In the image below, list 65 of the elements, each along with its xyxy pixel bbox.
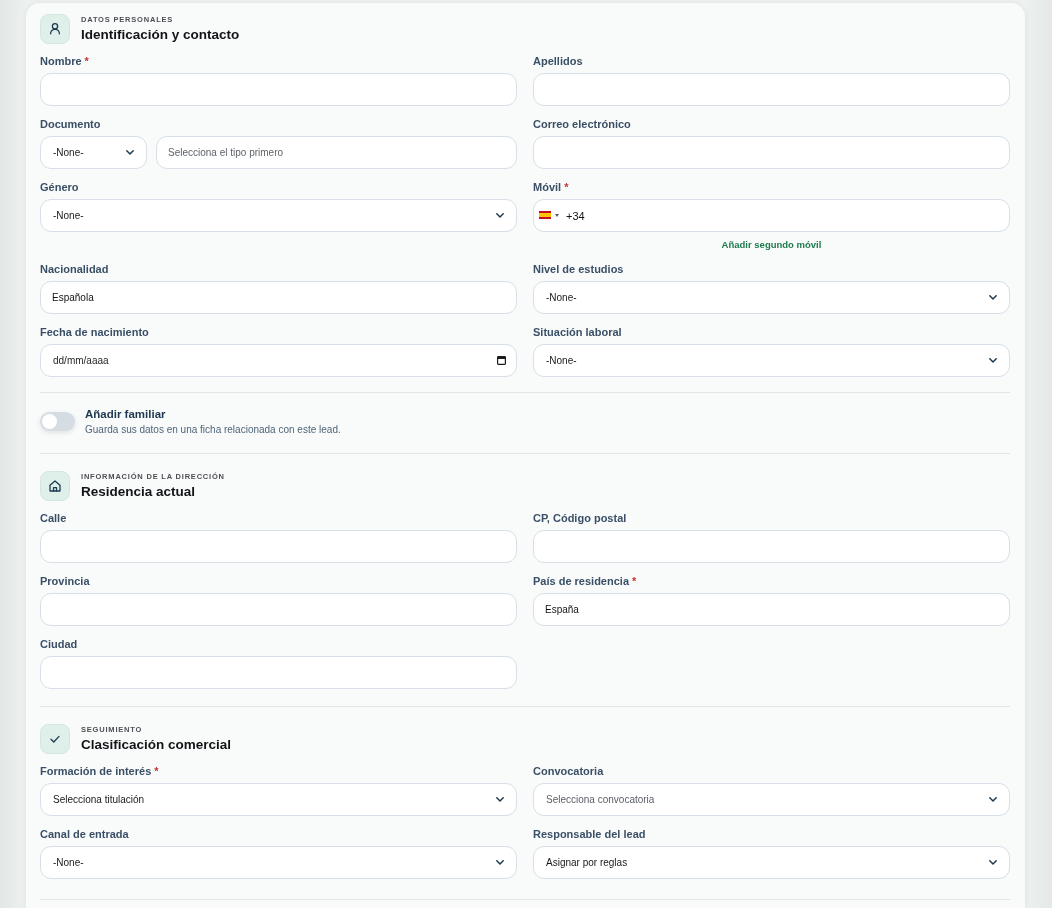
input-field[interactable] [533,136,1010,169]
toggle-switch[interactable] [40,412,75,431]
caret-icon [555,213,559,217]
dropdown[interactable]: -None- [40,199,517,232]
chevron-down-icon [496,860,504,865]
phone-input[interactable]: +34 [533,199,1010,232]
field-label: Responsable del lead [533,827,646,841]
field-label: Ciudad [40,637,78,651]
chevron-down-icon [989,797,997,802]
field-label: Convocatoria [533,764,604,778]
section-title: Clasificación comercial [81,737,232,753]
required-mark: * [154,764,159,778]
required-mark: * [84,54,89,68]
field-label: Nombre [40,54,82,68]
field-label: Móvil [533,180,562,194]
section-title: Residencia actual [81,484,196,500]
field-label: Correo electrónico [533,117,631,131]
section-title: Identificación y contacto [81,27,240,43]
field-label: Fecha de nacimiento [40,325,149,339]
field-label: Documento [40,117,101,131]
chevron-down-icon [989,358,997,363]
country-select[interactable] [539,211,559,219]
toggle-description: Guarda sus datos en una ficha relacionada con este lead. [85,423,341,436]
input-field[interactable]: Selecciona el tipo primero [156,136,517,169]
input-field[interactable]: Española [40,281,517,314]
chevron-down-icon [989,860,997,865]
check-icon [40,724,70,754]
field-label: Formación de interés [40,764,152,778]
flag-icon [539,211,551,219]
dropdown[interactable]: Selecciona convocatoria [533,783,1010,816]
calendar-icon [497,356,506,365]
toggle-title: Añadir familiar [85,407,166,421]
chevron-down-icon [496,797,504,802]
user-icon [40,14,70,44]
field-label: Calle [40,511,67,525]
dropdown[interactable]: -None- [40,136,147,169]
chevron-down-icon [126,150,134,155]
field-label: CP, Código postal [533,511,627,525]
dropdown[interactable]: Asignar por reglas [533,846,1010,879]
add-link[interactable]: Añadir segundo móvil [721,238,822,251]
field-label: Canal de entrada [40,827,129,841]
field-label: Apellidos [533,54,583,68]
chevron-down-icon [496,213,504,218]
dropdown[interactable]: -None- [533,344,1010,377]
field-label: País de residencia [533,574,629,588]
field-label: Provincia [40,574,90,588]
input-field[interactable] [40,593,517,626]
date-input[interactable]: dd/mm/aaaa [40,344,517,377]
chevron-down-icon [989,295,997,300]
input-field[interactable] [533,73,1010,106]
dropdown[interactable]: -None- [533,281,1010,314]
field-label: Situación laboral [533,325,622,339]
field-label: Nacionalidad [40,262,109,276]
field-label: Nivel de estudios [533,262,624,276]
input-field[interactable] [40,73,517,106]
required-mark: * [632,574,637,588]
home-icon [40,471,70,501]
input-field[interactable]: España [533,593,1010,626]
field-label: Género [40,180,79,194]
required-mark: * [564,180,569,194]
input-field[interactable] [533,530,1010,563]
input-field[interactable] [40,656,517,689]
dropdown[interactable]: -None- [40,846,517,879]
dropdown[interactable]: Selecciona titulación [40,783,517,816]
input-field[interactable] [40,530,517,563]
